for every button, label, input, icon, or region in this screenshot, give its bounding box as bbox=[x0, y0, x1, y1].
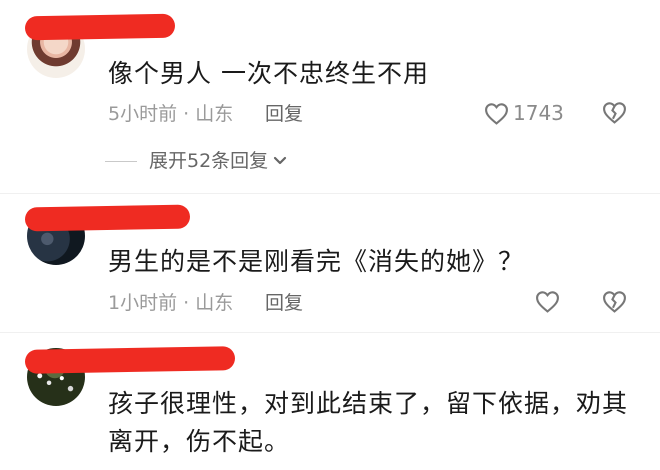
comment-thread: 像个男人 一次不忠终生不用 5小时前 · 山东 回复 1743 展开52条回复 bbox=[0, 0, 660, 470]
comment-time-location: 5小时前 · 山东 bbox=[108, 103, 234, 125]
comment-2: 男生的是不是刚看完《消失的她》？ 1小时前 · 山东 回复 bbox=[0, 194, 660, 334]
comment-1: 像个男人 一次不忠终生不用 5小时前 · 山东 回复 1743 展开52条回复 bbox=[0, 0, 660, 190]
redacted-username bbox=[24, 204, 191, 232]
reply-button[interactable]: 回复 bbox=[265, 290, 303, 316]
expand-replies-button[interactable]: 展开52条回复 bbox=[105, 148, 288, 174]
like-count: 1743 bbox=[513, 101, 564, 125]
dislike-button[interactable] bbox=[602, 290, 627, 313]
expand-replies-label: 展开52条回复 bbox=[149, 150, 269, 172]
heart-outline-icon bbox=[484, 102, 509, 125]
dislike-button[interactable] bbox=[602, 101, 627, 124]
reply-button[interactable]: 回复 bbox=[265, 101, 303, 127]
broken-heart-icon bbox=[602, 290, 627, 313]
broken-heart-icon bbox=[602, 101, 627, 124]
like-button[interactable]: 1743 bbox=[484, 100, 564, 126]
redacted-username bbox=[24, 346, 236, 374]
comment-time-location: 1小时前 · 山东 bbox=[108, 292, 234, 314]
heart-outline-icon bbox=[535, 290, 560, 313]
comment-3: 孩子很理性，对到此结束了，留下依据，劝其离开，伤不起。 bbox=[0, 333, 660, 470]
expand-divider bbox=[105, 160, 137, 162]
comment-text: 男生的是不是刚看完《消失的她》？ bbox=[108, 247, 525, 276]
redacted-username bbox=[24, 13, 176, 41]
comment-text: 孩子很理性，对到此结束了，留下依据，劝其离开，伤不起。 bbox=[108, 389, 629, 456]
chevron-down-icon bbox=[272, 155, 288, 167]
comment-text: 像个男人 一次不忠终生不用 bbox=[108, 59, 429, 88]
like-button[interactable] bbox=[535, 290, 560, 313]
